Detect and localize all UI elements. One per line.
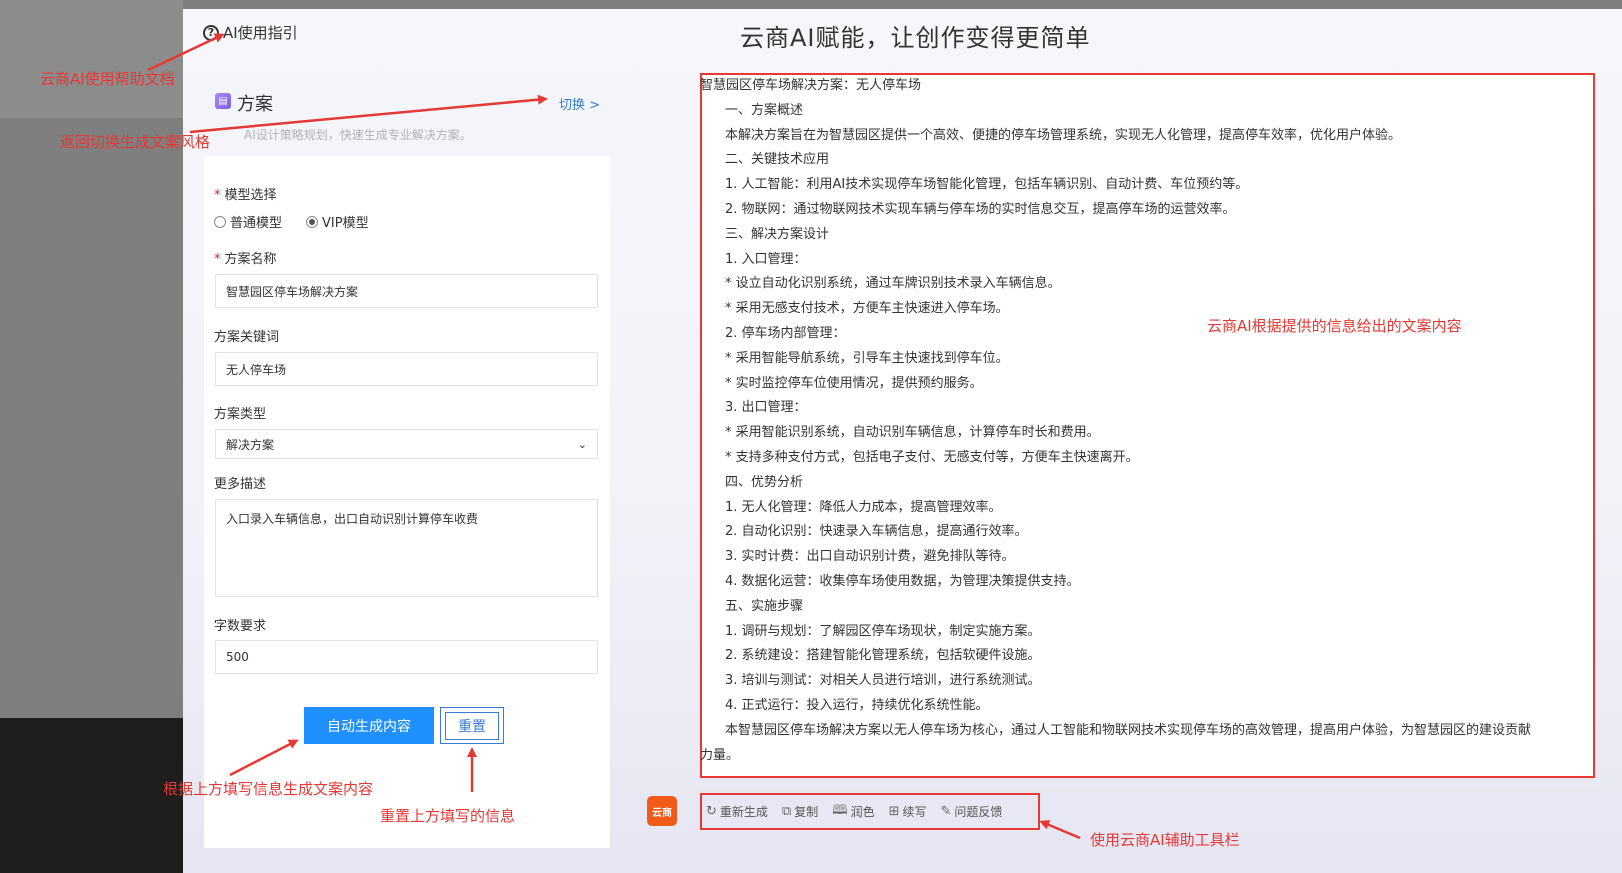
result-line: 3. 实时计费：出口自动识别计费，避免排队等待。	[725, 549, 1015, 565]
result-line: 3. 培训与测试：对相关人员进行培训，进行系统测试。	[725, 673, 1041, 689]
result-line: 2. 物联网：通过物联网技术实现车辆与停车场的实时信息交互，提高停车场的运营效率…	[725, 202, 1236, 217]
radio-vip-model[interactable]	[306, 215, 319, 228]
result-line: 智慧园区停车场解决方案：无人停车场	[700, 78, 922, 93]
result-line: 五、实施步骤	[725, 598, 804, 614]
radio-normal-model[interactable]	[214, 215, 226, 228]
document-icon: ▤	[215, 93, 231, 109]
result-line: 4. 数据化运营：收集停车场使用数据，为管理决策提供支持。	[725, 574, 1080, 589]
question-circle-icon: ?	[203, 24, 219, 41]
refresh-icon: ↻	[706, 804, 717, 819]
result-line: * 采用智能导航系统，引导车主快速找到停车位。	[725, 350, 1009, 366]
result-line: 1. 入口管理：	[725, 251, 807, 267]
radio-normal-label: 普通模型	[230, 216, 283, 231]
words-label: 字数要求	[214, 619, 267, 634]
annotation-switch-style: 返回切换生成文案风格	[60, 133, 211, 151]
type-select[interactable]: 解决方案 ⌄	[215, 429, 598, 459]
model-radio-group: 普通模型 VIP模型	[214, 212, 369, 231]
result-line: 4. 正式运行：投入运行，持续优化系统性能。	[725, 698, 989, 713]
scheme-description: AI设计策略规划，快速生成专业解决方案。	[244, 128, 472, 142]
name-label: * 方案名称	[214, 252, 277, 267]
annotation-toolbar: 使用云商AI辅助工具栏	[1090, 831, 1240, 849]
result-line: 二、关键技术应用	[725, 152, 830, 168]
keyword-label: 方案关键词	[214, 330, 280, 345]
background-middle	[0, 118, 183, 718]
result-line: * 设立自动化识别系统，通过车牌识别技术录入车辆信息。	[725, 276, 1061, 292]
background-top	[0, 0, 183, 118]
type-select-value: 解决方案	[226, 437, 275, 452]
result-line: * 采用无感支付技术，方便车主快速进入停车场。	[725, 301, 1009, 317]
page-title: 云商AI赋能，让创作变得更简单	[740, 24, 1091, 52]
result-line: 1. 无人化管理：降低人力成本，提高管理效率。	[725, 499, 1002, 515]
desc-textarea[interactable]: 入口录入车辆信息，出口自动识别计算停车收费	[215, 499, 598, 597]
words-input[interactable]	[215, 640, 598, 674]
reset-button-label: 重置	[445, 711, 499, 740]
regenerate-button[interactable]: ↻ 重新生成	[706, 803, 768, 820]
continue-write-icon: ⊞	[888, 804, 900, 819]
feedback-icon: ✎	[940, 804, 952, 819]
background-bottom	[0, 718, 183, 873]
radio-vip-label: VIP模型	[322, 216, 369, 231]
result-line: 1. 调研与规划：了解园区停车场现状，制定实施方案。	[725, 623, 1041, 639]
result-line: * 支持多种支付方式，包括电子支付、无感支付等，方便车主快速离开。	[725, 450, 1139, 465]
book-icon: 🕮	[832, 802, 848, 818]
generate-button[interactable]: 自动生成内容	[304, 707, 434, 744]
type-label: 方案类型	[214, 407, 267, 422]
result-line: 四、优势分析	[725, 474, 804, 490]
copy-button[interactable]: ⧉ 复制	[782, 803, 818, 820]
result-line: 本智慧园区停车场解决方案以无人停车场为核心，通过人工智能和物联网技术实现停车场的…	[725, 722, 1532, 738]
ai-guide-link[interactable]: ? AI使用指引	[203, 22, 298, 43]
switch-link[interactable]: 切换 >	[559, 94, 600, 113]
result-line: * 实时监控停车位使用情况，提供预约服务。	[725, 375, 983, 391]
feedback-button[interactable]: ✎ 问题反馈	[941, 803, 1003, 820]
result-line: 2. 停车场内部管理：	[725, 326, 846, 341]
result-line: 力量。	[700, 747, 740, 763]
annotation-help-doc: 云商AI使用帮助文档	[40, 70, 175, 88]
result-line: 2. 系统建设：搭建智能化管理系统，包括软硬件设施。	[725, 648, 1041, 664]
annotation-generate: 根据上方填写信息生成文案内容	[163, 780, 374, 798]
annotation-reset: 重置上方填写的信息	[380, 807, 516, 825]
copy-icon: ⧉	[781, 804, 792, 819]
reset-button[interactable]: 重置	[440, 707, 504, 744]
model-label: * 模型选择	[214, 188, 277, 203]
chevron-down-icon: ⌄	[577, 437, 587, 451]
scheme-title: 方案	[237, 94, 273, 115]
result-line: 一、方案概述	[725, 102, 804, 118]
desc-label: 更多描述	[214, 477, 267, 492]
ai-guide-label: AI使用指引	[223, 24, 298, 42]
polish-button[interactable]: 🕮 润色	[832, 801, 874, 823]
result-line: 2. 自动化识别：快速录入车辆信息，提高通行效率。	[725, 524, 1028, 540]
result-line: 三、解决方案设计	[725, 226, 830, 242]
annotation-content: 云商AI根据提供的信息给出的文案内容	[1207, 317, 1462, 335]
result-line: * 采用智能识别系统，自动识别车辆信息，计算停车时长和费用。	[725, 425, 1100, 441]
keyword-input[interactable]	[215, 352, 598, 386]
result-line: 3. 出口管理：	[725, 400, 807, 416]
yunshang-logo: 云商	[647, 796, 677, 826]
continue-write-button[interactable]: ⊞ 续写	[889, 803, 927, 820]
result-line: 本解决方案旨在为智慧园区提供一个高效、便捷的停车场管理系统，实现无人化管理，提高…	[725, 127, 1402, 143]
ai-toolbar: ↻ 重新生成 ⧉ 复制 🕮 润色 ⊞ 续写 ✎ 问题反馈	[700, 793, 1040, 830]
name-input[interactable]	[215, 274, 598, 308]
toolbar-divider	[700, 790, 1595, 791]
result-line: 1. 人工智能：利用AI技术实现停车场智能化管理，包括车辆识别、自动计费、车位预…	[725, 177, 1249, 193]
